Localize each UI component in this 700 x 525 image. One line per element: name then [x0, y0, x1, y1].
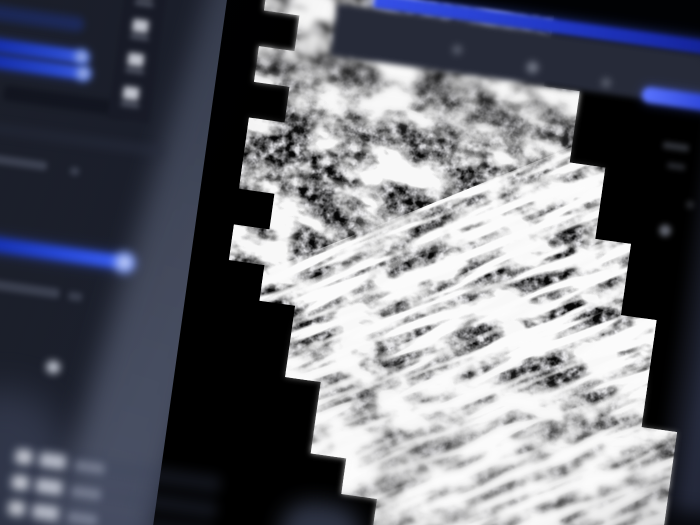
blurred-tool-icon-2-label [130, 34, 149, 41]
screen-content [0, 0, 700, 525]
blurred-tool-icon-1-label [134, 0, 153, 7]
row-checkbox-icon[interactable] [14, 448, 33, 465]
blurred-tool-icon-4[interactable] [122, 86, 140, 101]
blurred-tool-icon-3[interactable] [127, 52, 145, 67]
blurred-tool-icon-3-label [125, 68, 144, 75]
toolbar-icon-1[interactable] [452, 44, 463, 55]
photo-frame [0, 0, 700, 525]
toolbar-icon-2[interactable] [526, 61, 540, 75]
sidebar-sublabel-mark [68, 291, 83, 302]
row-checkbox-icon[interactable] [11, 474, 30, 491]
blurred-tool-icon-2[interactable] [132, 18, 150, 33]
toolbar-icon-3[interactable] [600, 77, 611, 88]
blurred-tool-icon-4-label [120, 101, 139, 108]
row-checkbox-icon[interactable] [7, 500, 26, 517]
